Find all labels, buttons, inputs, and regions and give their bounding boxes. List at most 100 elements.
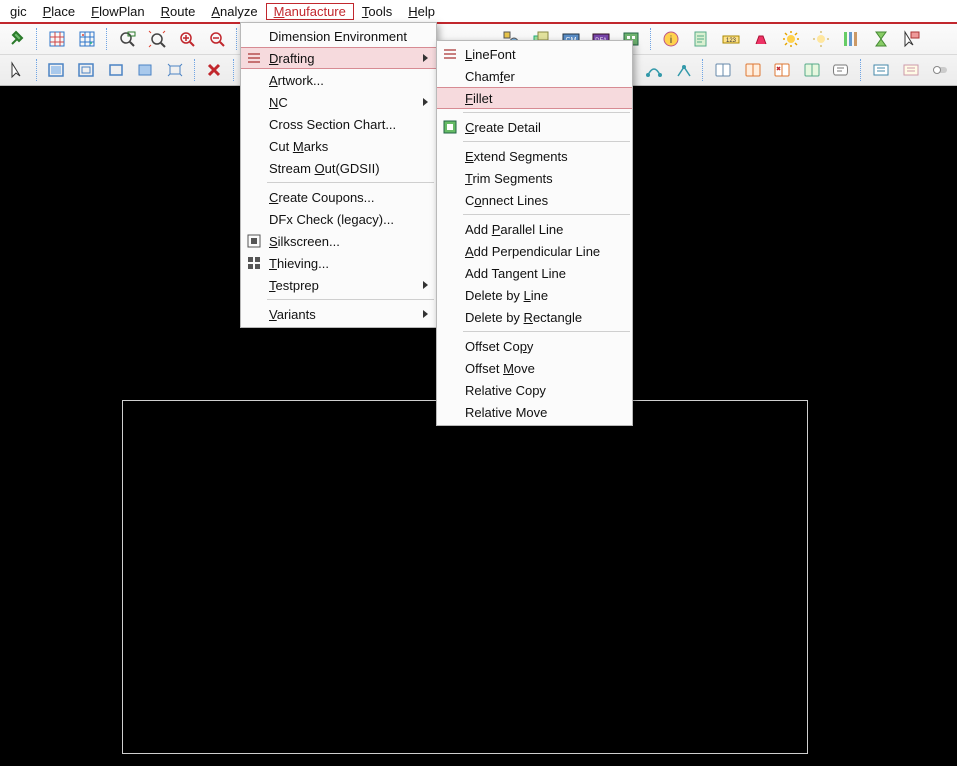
grid-button[interactable]: [43, 26, 71, 52]
spread-b[interactable]: [897, 57, 925, 83]
mi-cross-section[interactable]: Cross Section Chart...: [241, 113, 436, 135]
tool-info[interactable]: i: [657, 26, 685, 52]
book-b[interactable]: [739, 57, 767, 83]
sel-frame[interactable]: [72, 57, 100, 83]
pointer-button[interactable]: [3, 57, 31, 83]
mi-cut-marks[interactable]: Cut Marks: [241, 135, 436, 157]
mi-fillet[interactable]: Fillet: [437, 87, 632, 109]
toggle-icon: [931, 61, 949, 79]
zoom-fit-button[interactable]: [143, 26, 171, 52]
mi-testprep[interactable]: Testprep: [241, 274, 436, 296]
mi-linefont[interactable]: LineFont: [437, 43, 632, 65]
mi-add-perpendicular[interactable]: Add Perpendicular Line: [437, 240, 632, 262]
menu-separator: [463, 214, 630, 215]
mi-create-coupons[interactable]: Create Coupons...: [241, 186, 436, 208]
bars-icon: [842, 30, 860, 48]
route-net[interactable]: [640, 57, 668, 83]
script-button[interactable]: [828, 57, 856, 83]
spread-b-icon: [902, 61, 920, 79]
mi-create-detail[interactable]: Create Detail: [437, 116, 632, 138]
mi-dfx-check[interactable]: DFx Check (legacy)...: [241, 208, 436, 230]
detail-icon: [441, 118, 459, 136]
menu-separator: [463, 331, 630, 332]
expand-icon: [166, 61, 184, 79]
mi-offset-copy[interactable]: Offset Copy: [437, 335, 632, 357]
script-icon: [832, 61, 850, 79]
toggle-button[interactable]: [926, 57, 954, 83]
tool-bars[interactable]: [837, 26, 865, 52]
mi-nc[interactable]: NC: [241, 91, 436, 113]
drafting-submenu: LineFont Chamfer Fillet Create Detail Ex…: [436, 40, 633, 426]
mi-silkscreen[interactable]: Silkscreen...: [241, 230, 436, 252]
zoom-in-button[interactable]: [173, 26, 201, 52]
menu-separator: [267, 182, 434, 183]
sel-expand[interactable]: [161, 57, 189, 83]
tool-sun2[interactable]: [807, 26, 835, 52]
mi-delete-by-line[interactable]: Delete by Line: [437, 284, 632, 306]
linefont-icon: [441, 45, 459, 63]
drawing-rect: [122, 400, 808, 754]
mi-dimension-env[interactable]: Dimension Environment: [241, 25, 436, 47]
menu-gic[interactable]: gic: [2, 3, 35, 20]
menu-tools[interactable]: Tools: [354, 3, 400, 20]
mi-trim-segments[interactable]: Trim Segments: [437, 167, 632, 189]
mi-relative-move[interactable]: Relative Move: [437, 401, 632, 423]
mi-thieving[interactable]: Thieving...: [241, 252, 436, 274]
tool-ruler[interactable]: 123: [717, 26, 745, 52]
mi-artwork[interactable]: Artwork...: [241, 69, 436, 91]
grid2-button[interactable]: [73, 26, 101, 52]
mi-add-parallel[interactable]: Add Parallel Line: [437, 218, 632, 240]
del-button[interactable]: [201, 57, 229, 83]
pin-button[interactable]: [3, 26, 31, 52]
zoom-window-icon: [118, 30, 136, 48]
net-icon: [645, 61, 663, 79]
mi-add-tangent[interactable]: Add Tangent Line: [437, 262, 632, 284]
sun-icon: [782, 30, 800, 48]
menu-analyze[interactable]: Analyze: [203, 3, 265, 20]
pointer-icon: [8, 61, 26, 79]
mi-chamfer[interactable]: Chamfer: [437, 65, 632, 87]
branch-icon: [675, 61, 693, 79]
book-d[interactable]: [798, 57, 826, 83]
ruler-icon: 123: [722, 30, 740, 48]
menu-help[interactable]: Help: [400, 3, 443, 20]
manufacture-menu: Dimension Environment Drafting Artwork..…: [240, 22, 437, 328]
mi-offset-move[interactable]: Offset Move: [437, 357, 632, 379]
sel-box[interactable]: [102, 57, 130, 83]
tool-cursor-flag[interactable]: [897, 26, 925, 52]
mi-drafting[interactable]: Drafting: [241, 47, 436, 69]
tool-hourglass[interactable]: [867, 26, 895, 52]
menu-manufacture[interactable]: Manufacture: [266, 3, 354, 20]
mi-stream-out[interactable]: Stream Out(GDSII): [241, 157, 436, 179]
zoom-window-button[interactable]: [113, 26, 141, 52]
sel-panel[interactable]: [43, 57, 71, 83]
book-c[interactable]: [768, 57, 796, 83]
svg-text:i: i: [670, 35, 672, 46]
sel-fill[interactable]: [131, 57, 159, 83]
route-branch[interactable]: [670, 57, 698, 83]
book-b-icon: [744, 61, 762, 79]
thieving-icon: [245, 254, 263, 272]
book-d-icon: [803, 61, 821, 79]
mi-delete-by-rect[interactable]: Delete by Rectangle: [437, 306, 632, 328]
mi-connect-lines[interactable]: Connect Lines: [437, 189, 632, 211]
tool-sun1[interactable]: [777, 26, 805, 52]
zoom-out-button[interactable]: [203, 26, 231, 52]
menubar: gic Place FlowPlan Route Analyze Manufac…: [0, 0, 957, 24]
mi-variants[interactable]: Variants: [241, 303, 436, 325]
mi-relative-copy[interactable]: Relative Copy: [437, 379, 632, 401]
grid2-icon: [78, 30, 96, 48]
tool-highlight[interactable]: [747, 26, 775, 52]
pin-icon: [8, 30, 26, 48]
zoom-in-icon: [178, 30, 196, 48]
grid-icon: [48, 30, 66, 48]
hourglass-icon: [872, 30, 890, 48]
menu-flowplan[interactable]: FlowPlan: [83, 3, 152, 20]
spread-a[interactable]: [867, 57, 895, 83]
menu-place[interactable]: Place: [35, 3, 84, 20]
menu-route[interactable]: Route: [153, 3, 204, 20]
mi-extend-segments[interactable]: Extend Segments: [437, 145, 632, 167]
book-a[interactable]: [709, 57, 737, 83]
zoom-out-icon: [208, 30, 226, 48]
tool-report[interactable]: [687, 26, 715, 52]
